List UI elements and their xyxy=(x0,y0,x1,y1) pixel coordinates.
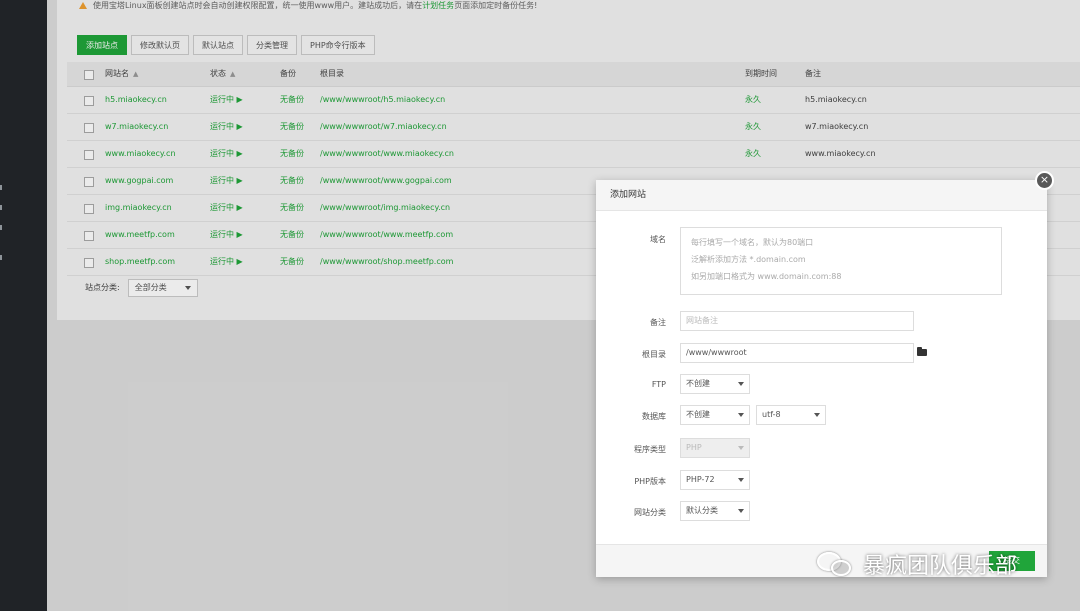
note-label: 备注 xyxy=(650,318,666,327)
chevron-down-icon xyxy=(814,413,820,417)
database-label: 数据库 xyxy=(642,412,666,421)
ftp-label: FTP xyxy=(651,380,666,389)
site-category-label: 网站分类 xyxy=(634,508,666,517)
watermark: 暴疯团队俱乐部 xyxy=(815,548,1017,580)
folder-icon[interactable] xyxy=(917,347,927,356)
ftp-select[interactable]: 不创建 xyxy=(680,374,750,394)
domain-hint-1: 每行填写一个域名，默认为80端口 xyxy=(691,238,814,247)
program-type-select: PHP xyxy=(680,438,750,458)
close-icon[interactable]: × xyxy=(1035,171,1054,190)
modal-title: 添加网站 xyxy=(596,180,1047,211)
domain-textarea[interactable]: 每行填写一个域名，默认为80端口 泛解析添加方法 *.domain.com 如另… xyxy=(680,227,1002,295)
database-select[interactable]: 不创建 xyxy=(680,405,750,425)
chevron-down-icon xyxy=(738,478,744,482)
charset-select[interactable]: utf-8 xyxy=(756,405,826,425)
wechat-icon xyxy=(815,550,855,578)
chevron-down-icon xyxy=(738,413,744,417)
chevron-down-icon xyxy=(738,509,744,513)
add-site-modal: 添加网站 域名 每行填写一个域名，默认为80端口 泛解析添加方法 *.domai… xyxy=(596,180,1047,577)
note-input[interactable]: 网站备注 xyxy=(680,311,914,331)
root-input[interactable]: /www/wwwroot xyxy=(680,343,914,363)
domain-label: 域名 xyxy=(650,235,666,244)
php-version-select[interactable]: PHP-72 xyxy=(680,470,750,490)
domain-hint-2: 泛解析添加方法 *.domain.com xyxy=(691,255,806,264)
domain-hint-3: 如另加端口格式为 www.domain.com:88 xyxy=(691,272,842,281)
chevron-down-icon xyxy=(738,446,744,450)
chevron-down-icon xyxy=(738,382,744,386)
program-type-label: 程序类型 xyxy=(634,445,666,454)
site-category-select[interactable]: 默认分类 xyxy=(680,501,750,521)
watermark-text: 暴疯团队俱乐部 xyxy=(863,554,1018,579)
root-label: 根目录 xyxy=(642,350,666,359)
php-version-label: PHP版本 xyxy=(634,477,666,486)
